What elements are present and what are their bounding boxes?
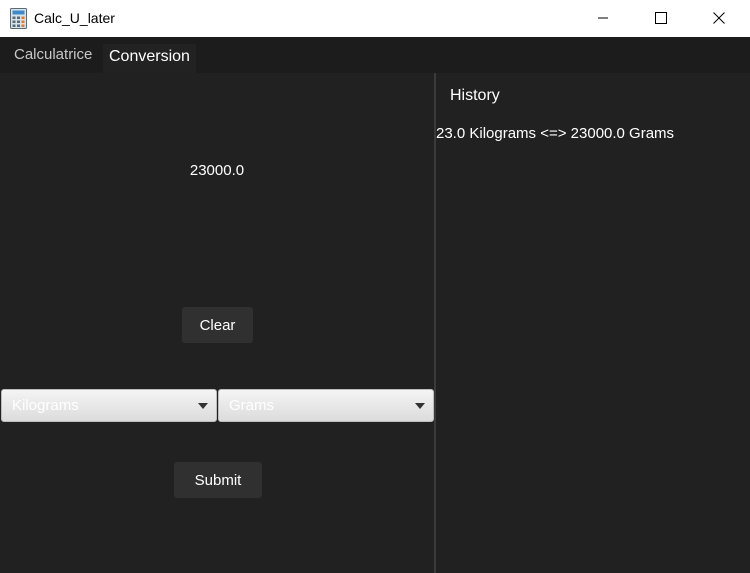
to-unit-select[interactable]: Grams bbox=[218, 389, 434, 422]
clear-button[interactable]: Clear bbox=[182, 307, 253, 343]
to-unit-value: Grams bbox=[229, 397, 274, 414]
submit-button[interactable]: Submit bbox=[174, 462, 262, 498]
minimize-icon bbox=[598, 17, 608, 19]
title-bar: Calc_U_later bbox=[0, 0, 750, 37]
from-unit-value: Kilograms bbox=[12, 397, 79, 414]
app-content: Calculatrice Conversion 23000.0 Clear Ki… bbox=[0, 37, 750, 573]
calculator-icon bbox=[10, 8, 27, 29]
tab-bar: Calculatrice Conversion bbox=[0, 37, 750, 73]
minimize-button[interactable] bbox=[574, 0, 632, 36]
history-item: 23.0 Kilograms <=> 23000.0 Grams bbox=[436, 125, 675, 142]
tab-conversion[interactable]: Conversion bbox=[103, 44, 196, 73]
from-unit-select[interactable]: Kilograms bbox=[1, 389, 217, 422]
history-panel: History 23.0 Kilograms <=> 23000.0 Grams bbox=[436, 73, 750, 573]
conversion-panel: 23000.0 Clear Kilograms Grams Submit bbox=[0, 73, 434, 573]
tab-calculatrice[interactable]: Calculatrice bbox=[14, 46, 92, 63]
window-title: Calc_U_later bbox=[34, 10, 115, 26]
chevron-down-icon bbox=[198, 403, 208, 409]
chevron-down-icon bbox=[415, 403, 425, 409]
history-title: History bbox=[450, 87, 500, 104]
conversion-result: 23000.0 bbox=[189, 162, 245, 179]
close-button[interactable] bbox=[690, 0, 748, 36]
close-icon bbox=[713, 12, 725, 24]
maximize-icon bbox=[655, 12, 667, 24]
maximize-button[interactable] bbox=[632, 0, 690, 36]
